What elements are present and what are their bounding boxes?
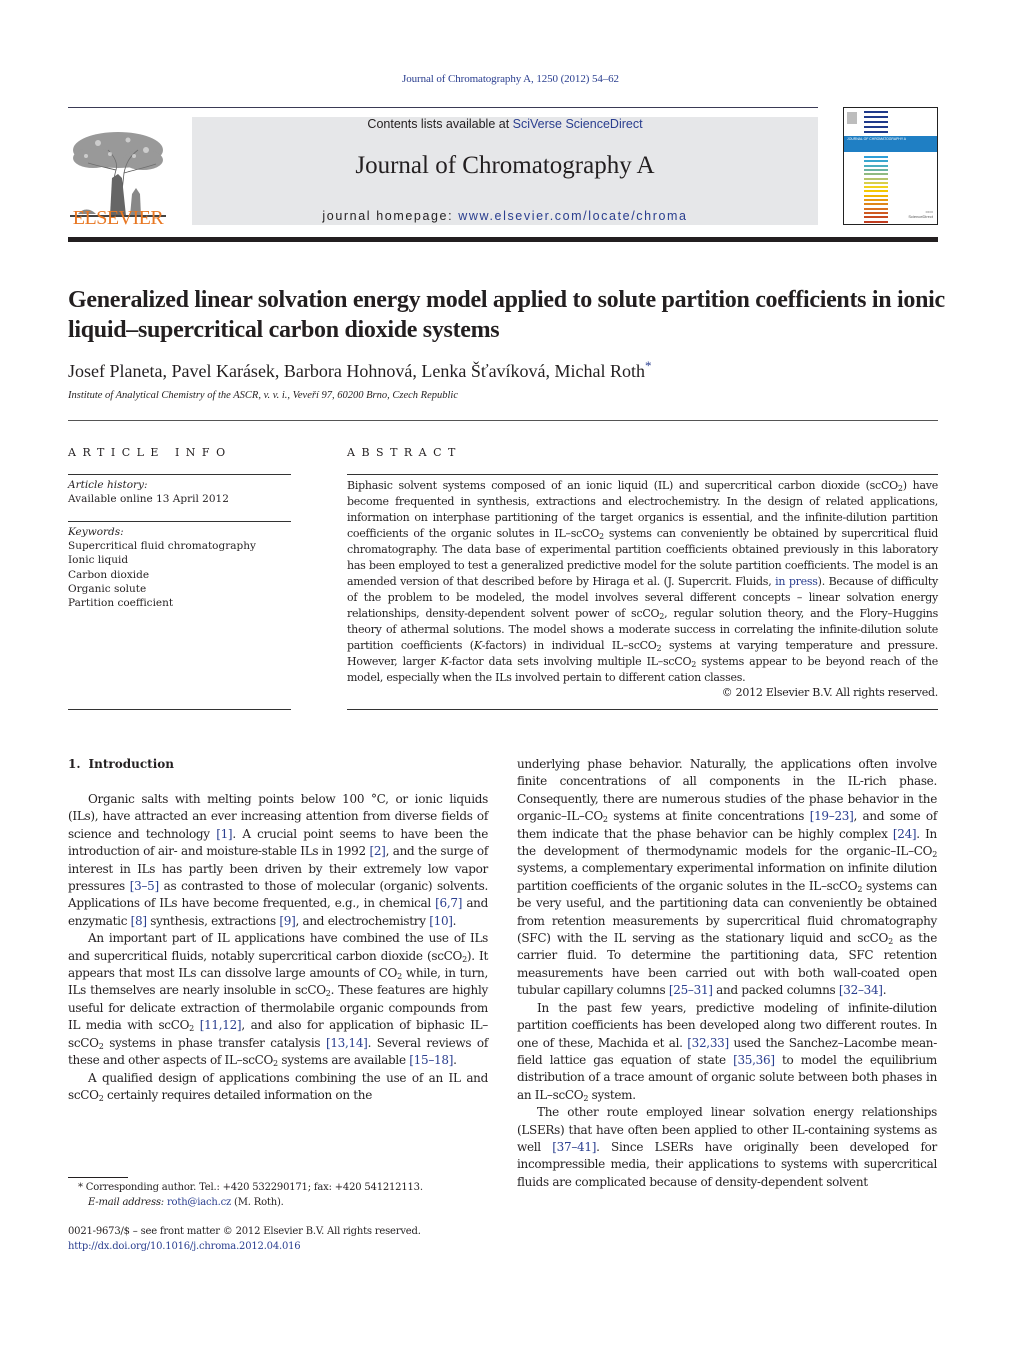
reference-link[interactable]: [6,7] (435, 896, 462, 910)
affiliation: Institute of Analytical Chemistry of the… (68, 390, 458, 401)
cover-stripe (864, 168, 888, 171)
cover-title-band: JOURNAL OF CHROMATOGRAPHY A (844, 136, 937, 152)
paragraph: An important part of IL applications hav… (68, 931, 488, 1069)
reference-link[interactable]: [13,14] (326, 1036, 368, 1050)
journal-name: Journal of Chromatography A (355, 152, 655, 179)
article-info-heading: ARTICLE INFO (68, 446, 232, 459)
email-label: E-mail address: (88, 1196, 164, 1208)
article-history: Article history: Available online 13 Apr… (68, 478, 291, 506)
issn-line: 0021-9673/$ – see front matter © 2012 El… (68, 1226, 421, 1237)
cover-stripe (864, 181, 888, 184)
cover-stripe (864, 177, 888, 180)
reference-link[interactable]: [15–18] (409, 1053, 453, 1067)
paragraph: The other route employed linear solvatio… (517, 1105, 937, 1189)
contents-line: Contents lists available at SciVerse Sci… (192, 117, 818, 131)
cover-stripe (864, 194, 888, 197)
paragraph: A qualified design of applications combi… (68, 1070, 488, 1103)
affiliation-rule (68, 420, 938, 421)
journal-citation[interactable]: Journal of Chromatography A, 1250 (2012)… (0, 73, 1021, 85)
paragraph-continued: underlying phase behavior. Naturally, th… (517, 757, 937, 998)
cover-stripe (864, 173, 888, 176)
cover-elsevier-icon (847, 112, 857, 124)
cover-stripe (864, 203, 888, 206)
cover-stripe (864, 207, 888, 210)
cover-stripe (864, 216, 888, 219)
reference-link[interactable]: [11,12] (200, 1018, 242, 1032)
abstract-body: Biphasic solvent systems composed of an … (347, 479, 938, 684)
keywords-block: Keywords: Supercritical fluid chromatogr… (68, 525, 291, 610)
introduction-heading: 1. Introduction (68, 757, 174, 771)
keyword: Organic solute (68, 582, 147, 595)
reference-link[interactable]: [10] (429, 914, 453, 928)
reference-link[interactable]: [8] (131, 914, 147, 928)
reference-link[interactable]: [37–41] (552, 1140, 596, 1154)
cover-sciencedirect-mark: ▭▭ ScienceDirect (908, 209, 933, 219)
cover-stripe (864, 126, 888, 128)
paragraph: Organic salts with melting points below … (68, 792, 489, 928)
cover-stripe (864, 156, 888, 158)
sciencedirect-link[interactable]: SciVerse ScienceDirect (513, 117, 643, 131)
paragraph: In the past few years, predictive modeli… (517, 1000, 937, 1103)
cover-stripe (864, 121, 888, 123)
footnote-rule (68, 1177, 128, 1178)
abstract-copyright: © 2012 Elsevier B.V. All rights reserved… (721, 686, 939, 699)
keyword: Carbon dioxide (68, 568, 150, 581)
reference-link[interactable]: [35,36] (733, 1053, 775, 1067)
cover-stripe (864, 116, 888, 118)
email-suffix: (M. Roth). (231, 1196, 284, 1208)
abstract-rule (347, 709, 938, 710)
corresponding-author-footnote: * Corresponding author. Tel.: +420 53229… (78, 1181, 423, 1210)
cover-stripe (864, 164, 888, 167)
article-info-rule (68, 474, 291, 475)
article-info-rule (68, 521, 291, 522)
corresponding-author-marker[interactable]: * (645, 358, 652, 373)
in-press-link[interactable]: in press (775, 575, 818, 588)
cover-stripe (864, 186, 888, 189)
contents-prefix: Contents lists available at (367, 117, 513, 131)
abstract-heading: ABSTRACT (347, 446, 462, 459)
reference-link[interactable]: [32–34] (839, 983, 883, 997)
cover-stripe (864, 211, 888, 214)
footnote-text: Corresponding author. Tel.: +420 5322901… (85, 1182, 423, 1193)
cover-stripe (864, 111, 888, 113)
reference-link[interactable]: [2] (369, 844, 385, 858)
article-title: Generalized linear solvation energy mode… (68, 287, 945, 343)
keyword: Partition coefficient (68, 597, 174, 610)
body-column-right: underlying phase behavior. Naturally, th… (517, 756, 937, 1191)
journal-homepage-link[interactable]: www.elsevier.com/locate/chroma (458, 209, 687, 223)
keywords-label: Keywords: (68, 526, 124, 538)
authors-text: Josef Planeta, Pavel Karásek, Barbora Ho… (68, 361, 646, 381)
reference-link[interactable]: [1] (216, 827, 232, 841)
author-list: Josef Planeta, Pavel Karásek, Barbora Ho… (68, 358, 652, 382)
reference-link[interactable]: [3–5] (130, 879, 159, 893)
doi-link[interactable]: http://dx.doi.org/10.1016/j.chroma.2012.… (68, 1241, 301, 1252)
cover-stripe (864, 131, 888, 133)
reference-link[interactable]: [24] (893, 827, 917, 841)
history-value: Available online 13 April 2012 (68, 493, 229, 506)
homepage-line: journal homepage: www.elsevier.com/locat… (192, 209, 818, 223)
reference-link[interactable]: [9] (279, 914, 295, 928)
reference-link[interactable]: [19–23] (810, 809, 854, 823)
author-email-link[interactable]: roth@iach.cz (167, 1197, 231, 1208)
history-label: Article history: (68, 479, 148, 491)
front-matter: 0021-9673/$ – see front matter © 2012 El… (68, 1225, 421, 1254)
keyword: Supercritical fluid chromatography (68, 540, 256, 553)
body-column-left: Organic salts with melting points below … (68, 791, 488, 1104)
footnote-marker: * (78, 1182, 83, 1193)
abstract-rule (347, 474, 938, 475)
reference-link[interactable]: [25–31] (669, 983, 713, 997)
cover-stripe (864, 190, 888, 193)
homepage-prefix: journal homepage: (322, 209, 459, 223)
keyword: Ionic liquid (68, 554, 129, 567)
cover-title: JOURNAL OF CHROMATOGRAPHY A (847, 137, 907, 141)
header-thick-rule (68, 237, 938, 242)
journal-cover-thumbnail[interactable]: JOURNAL OF CHROMATOGRAPHY A ▭▭ ScienceDir… (843, 107, 938, 225)
cover-stripe (864, 199, 888, 201)
header-rule (68, 107, 818, 108)
cover-stripe (864, 220, 888, 223)
cover-stripe (864, 160, 888, 163)
reference-link[interactable]: [32,33] (687, 1036, 729, 1050)
elsevier-logo-text: ELSEVIER (72, 207, 164, 229)
article-info-rule (68, 709, 291, 710)
